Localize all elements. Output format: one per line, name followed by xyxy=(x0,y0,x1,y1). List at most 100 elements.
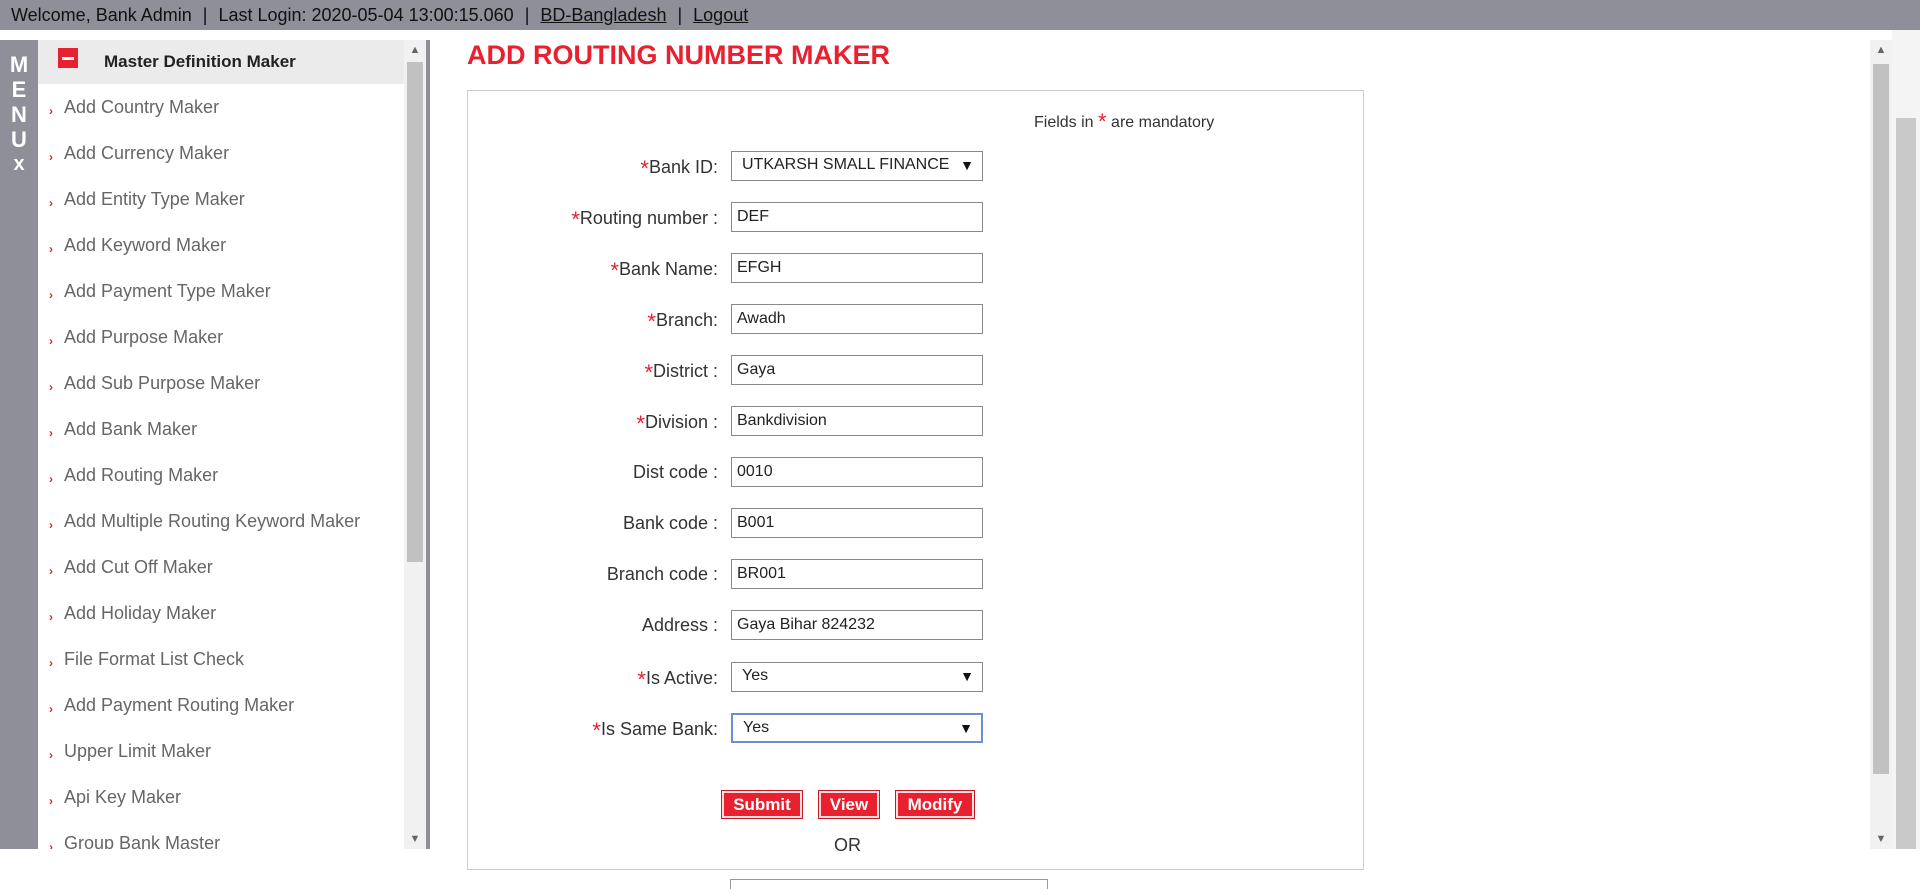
logout-link[interactable]: Logout xyxy=(693,5,748,25)
bullet-arrow-icon: › xyxy=(49,472,53,486)
bullet-arrow-icon: › xyxy=(49,748,53,762)
is-same-bank-select[interactable]: Yes ▼ xyxy=(731,713,983,743)
sidebar-item-label: Add Routing Maker xyxy=(64,464,219,485)
collapse-icon[interactable] xyxy=(58,48,78,68)
sidebar-item-file-format-list-check[interactable]: › File Format List Check xyxy=(38,636,404,682)
branch-label: *Branch: xyxy=(647,309,718,334)
menu-letter: N xyxy=(11,102,27,127)
scroll-up-icon[interactable]: ▲ xyxy=(1870,40,1892,60)
sidebar-item-add-payment-routing-maker[interactable]: › Add Payment Routing Maker xyxy=(38,682,404,728)
required-star: * xyxy=(647,309,656,334)
routing-number-label: *Routing number : xyxy=(571,207,718,232)
scroll-up-icon[interactable]: ▲ xyxy=(404,40,426,60)
sidebar-item-label: Add Purpose Maker xyxy=(64,326,224,347)
routing-form: Fields in * are mandatory *Bank ID: UTKA… xyxy=(467,90,1365,889)
address-label: Address : xyxy=(641,615,718,635)
scroll-down-icon[interactable]: ▼ xyxy=(1870,829,1892,849)
dropdown-arrow-icon: ▼ xyxy=(960,157,974,173)
required-star: * xyxy=(636,411,645,436)
bullet-arrow-icon: › xyxy=(49,794,53,808)
scrollbar-thumb[interactable] xyxy=(1896,118,1916,849)
bank-name-label: *Bank Name: xyxy=(610,258,718,283)
sidebar-item-add-currency-maker[interactable]: › Add Currency Maker xyxy=(38,130,404,176)
window-scrollbar[interactable] xyxy=(1892,30,1920,849)
region-link[interactable]: BD-Bangladesh xyxy=(540,5,666,25)
bullet-arrow-icon: › xyxy=(49,334,53,348)
branch-code-input[interactable] xyxy=(731,559,983,589)
sidebar-item-add-country-maker[interactable]: › Add Country Maker xyxy=(38,84,404,130)
required-star: * xyxy=(1098,109,1107,134)
sidebar-item-label: Api Key Maker xyxy=(64,786,182,807)
bank-name-input[interactable] xyxy=(731,253,983,283)
sidebar-item-add-routing-maker[interactable]: › Add Routing Maker xyxy=(38,452,404,498)
is-active-label: *Is Active: xyxy=(637,667,718,692)
sidebar-item-label: Add Multiple Routing Keyword Maker xyxy=(64,510,361,531)
bank-id-label: *Bank ID: xyxy=(640,156,718,181)
dist-code-input[interactable] xyxy=(731,457,983,487)
dropdown-arrow-icon: ▼ xyxy=(960,668,974,684)
sidebar-item-add-multiple-routing-keyword-maker[interactable]: › Add Multiple Routing Keyword Maker xyxy=(38,498,404,544)
mandatory-note-prefix: Fields in xyxy=(1034,114,1094,131)
main-scrollbar[interactable]: ▲ ▼ xyxy=(1870,40,1892,849)
sidebar-item-label: Add Country Maker xyxy=(64,96,220,117)
sidebar-item-add-cut-off-maker[interactable]: › Add Cut Off Maker xyxy=(38,544,404,590)
routing-number-input[interactable] xyxy=(731,202,983,232)
sidebar-item-add-purpose-maker[interactable]: › Add Purpose Maker xyxy=(38,314,404,360)
close-icon[interactable]: x xyxy=(13,152,24,177)
branch-row: *Branch: xyxy=(468,304,1365,334)
district-label: *District : xyxy=(644,360,718,385)
bullet-arrow-icon: › xyxy=(49,656,53,670)
division-label: *Division : xyxy=(636,411,718,436)
bank-code-label: Bank code : xyxy=(622,513,718,533)
sidebar-item-group-bank-master[interactable]: › Group Bank Master xyxy=(38,820,404,850)
menu-toggle[interactable]: M E N U x xyxy=(0,40,38,849)
sidebar-item-add-holiday-maker[interactable]: › Add Holiday Maker xyxy=(38,590,404,636)
sidebar-list: › Add Country Maker › Add Currency Maker ›… xyxy=(38,84,404,850)
sidebar-item-add-payment-type-maker[interactable]: › Add Payment Type Maker xyxy=(38,268,404,314)
sidebar-item-add-entity-type-maker[interactable]: › Add Entity Type Maker xyxy=(38,176,404,222)
address-input[interactable] xyxy=(731,610,983,640)
branch-input[interactable] xyxy=(731,304,983,334)
sidebar-item-add-sub-purpose-maker[interactable]: › Add Sub Purpose Maker xyxy=(38,360,404,406)
sidebar-item-label: Group Bank Master xyxy=(64,832,221,850)
bank-id-select[interactable]: UTKARSH SMALL FINANCE ▼ xyxy=(731,151,983,181)
division-input[interactable] xyxy=(731,406,983,436)
bank-name-row: *Bank Name: xyxy=(468,253,1365,283)
is-active-select[interactable]: Yes ▼ xyxy=(731,662,983,692)
sidebar-section-header[interactable]: Master Definition Maker xyxy=(38,40,404,84)
modify-button[interactable]: Modify xyxy=(895,790,975,819)
sidebar-scrollbar[interactable]: ▲ ▼ xyxy=(404,40,426,849)
sidebar-item-api-key-maker[interactable]: › Api Key Maker xyxy=(38,774,404,820)
required-star: * xyxy=(640,156,649,181)
welcome-text: Welcome, Bank Admin xyxy=(11,4,192,25)
district-input[interactable] xyxy=(731,355,983,385)
scroll-down-icon[interactable]: ▼ xyxy=(404,829,426,849)
address-row: Address : xyxy=(468,610,1365,640)
sidebar-item-upper-limit-maker[interactable]: › Upper Limit Maker xyxy=(38,728,404,774)
sidebar-item-add-bank-maker[interactable]: › Add Bank Maker xyxy=(38,406,404,452)
bullet-arrow-icon: › xyxy=(49,288,53,302)
dropdown-arrow-icon: ▼ xyxy=(959,720,973,736)
menu-letter: U xyxy=(11,127,27,152)
bullet-arrow-icon: › xyxy=(49,840,53,849)
sidebar-item-add-keyword-maker[interactable]: › Add Keyword Maker xyxy=(38,222,404,268)
scrollbar-thumb[interactable] xyxy=(407,62,423,562)
main-content: ADD ROUTING NUMBER MAKER Fields in * are… xyxy=(430,30,1870,889)
bullet-arrow-icon: › xyxy=(49,610,53,624)
menu-letter: E xyxy=(11,77,27,102)
sidebar-item-label: Add Keyword Maker xyxy=(64,234,227,255)
top-bar: Welcome, Bank Admin | Last Login: 2020-0… xyxy=(0,0,1920,30)
view-button[interactable]: View xyxy=(818,790,880,819)
bullet-arrow-icon: › xyxy=(49,242,53,256)
routing-number-row: *Routing number : xyxy=(468,202,1365,232)
file-upload-field[interactable] xyxy=(730,879,1048,889)
scrollbar-thumb[interactable] xyxy=(1873,64,1889,774)
bullet-arrow-icon: › xyxy=(49,380,53,394)
mandatory-note: Fields in * are mandatory xyxy=(1034,109,1214,135)
required-star: * xyxy=(610,258,619,283)
bank-code-input[interactable] xyxy=(731,508,983,538)
submit-button[interactable]: Submit xyxy=(721,790,803,819)
separator: | xyxy=(202,4,208,25)
sidebar-section-title: Master Definition Maker xyxy=(104,52,296,71)
is-same-bank-row: *Is Same Bank: Yes ▼ xyxy=(468,713,1365,743)
